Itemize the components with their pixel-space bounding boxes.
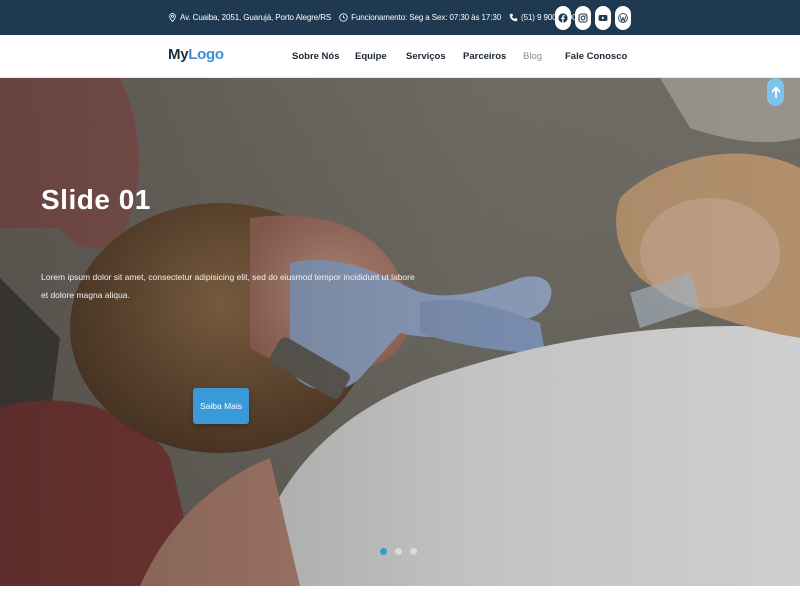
nav-item-servicos[interactable]: Serviços — [406, 51, 463, 62]
page-bottom-strip — [0, 586, 800, 600]
nav-item-equipe[interactable]: Equipe — [355, 51, 406, 62]
contact-info: Av. Cuaiba, 2051, Guarujá, Porto Alegre/… — [168, 0, 581, 35]
nav-item-sobre-nos[interactable]: Sobre Nós — [292, 51, 355, 62]
address-text: Av. Cuaiba, 2051, Guarujá, Porto Alegre/… — [180, 13, 332, 22]
slide-description: Lorem ipsum dolor sit amet, consectetur … — [41, 272, 415, 300]
location-pin-icon — [169, 13, 176, 22]
slider-dot-1[interactable] — [380, 548, 387, 555]
nav-item-parceiros[interactable]: Parceiros — [463, 51, 523, 62]
facebook-icon — [558, 13, 568, 23]
youtube-icon — [598, 15, 608, 21]
facebook-button[interactable] — [555, 6, 571, 30]
site-logo[interactable]: MyLogo — [168, 46, 224, 63]
slider-dot-2[interactable] — [395, 548, 402, 555]
main-navbar: MyLogo Sobre Nós Equipe Serviços Parceir… — [0, 35, 800, 78]
clock-icon — [339, 13, 348, 22]
social-links — [555, 6, 631, 30]
arrow-up-icon — [771, 86, 780, 98]
slider-pagination — [380, 548, 417, 555]
youtube-button[interactable] — [595, 6, 611, 30]
wordpress-button[interactable] — [615, 6, 631, 30]
saiba-mais-button[interactable]: Saiba Mais — [193, 388, 249, 424]
phone-icon — [509, 13, 518, 22]
address-item: Av. Cuaiba, 2051, Guarujá, Porto Alegre/… — [168, 13, 331, 22]
hours-text: Funcionamento: Seg a Sex: 07:30 às 17:30 — [351, 13, 502, 22]
wordpress-icon — [618, 13, 628, 23]
hero-slider: Slide 01 Lorem ipsum dolor sit amet, con… — [0, 78, 800, 586]
hero-overlay — [0, 78, 800, 586]
instagram-icon — [578, 13, 588, 23]
slide-title: Slide 01 — [41, 184, 151, 215]
hours-item: Funcionamento: Seg a Sex: 07:30 às 17:30 — [339, 13, 501, 22]
nav-item-blog[interactable]: Blog — [523, 51, 565, 62]
slider-dot-3[interactable] — [410, 548, 417, 555]
scroll-to-top-button[interactable] — [767, 78, 784, 106]
logo-text-my: My — [168, 46, 189, 63]
main-menu: Sobre Nós Equipe Serviços Parceiros Blog… — [292, 35, 627, 78]
nav-item-fale-conosco[interactable]: Fale Conosco — [565, 51, 627, 62]
logo-text-logo: Logo — [188, 46, 224, 63]
top-info-bar: Av. Cuaiba, 2051, Guarujá, Porto Alegre/… — [0, 0, 800, 35]
instagram-button[interactable] — [575, 6, 591, 30]
